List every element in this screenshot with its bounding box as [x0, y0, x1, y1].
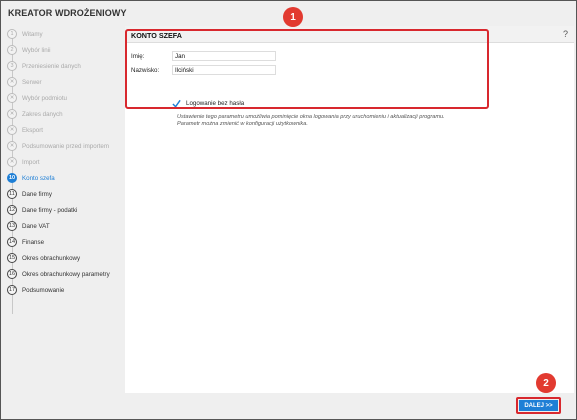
- step-label: Dane firmy - podatki: [22, 206, 78, 214]
- step-item[interactable]: 2 Wybór linii: [5, 42, 123, 58]
- step-number: ✕: [7, 141, 17, 151]
- wizard-window: KREATOR WDROŻENIOWY 1 Witamy 2 Wybór linii 3…: [0, 0, 577, 420]
- window-title: KREATOR WDROŻENIOWY: [8, 8, 127, 18]
- annotation-badge-2: 2: [536, 373, 556, 393]
- step-item[interactable]: 1 Witamy: [5, 26, 123, 42]
- step-number: 14: [7, 237, 17, 247]
- step-label: Finanse: [22, 238, 45, 246]
- step-label: Przeniesienie danych: [22, 62, 81, 70]
- step-item[interactable]: 12 Dane firmy - podatki: [5, 202, 123, 218]
- step-number: ✕: [7, 109, 17, 119]
- step-number: 13: [7, 221, 17, 231]
- step-label: Import: [22, 158, 40, 166]
- help-icon[interactable]: ?: [563, 29, 568, 39]
- step-number: 12: [7, 205, 17, 215]
- step-number: 3: [7, 61, 17, 71]
- step-label: Zakres danych: [22, 110, 63, 118]
- step-item[interactable]: 16 Okres obrachunkowy parametry: [5, 266, 123, 282]
- step-label: Podsumowanie przed importem: [22, 142, 110, 150]
- hint-line-1: Ustawienie tego parametru umożliwia pomi…: [177, 114, 445, 120]
- step-label: Witamy: [22, 30, 43, 38]
- next-button[interactable]: DALEJ >>: [519, 400, 558, 411]
- step-item[interactable]: 11 Dane firmy: [5, 186, 123, 202]
- step-item[interactable]: ✕ Wybór podmiotu: [5, 90, 123, 106]
- step-item[interactable]: 3 Przeniesienie danych: [5, 58, 123, 74]
- step-number: 11: [7, 189, 17, 199]
- step-item[interactable]: ✕ Zakres danych: [5, 106, 123, 122]
- step-number: 10: [7, 173, 17, 183]
- step-label: Serwer: [22, 78, 42, 86]
- step-label: Podsumowanie: [22, 286, 65, 294]
- steps-sidebar: 1 Witamy 2 Wybór linii 3 Przeniesienie danych…: [5, 26, 123, 393]
- step-label: Okres obrachunkowy parametry: [22, 270, 110, 278]
- step-number: 17: [7, 285, 17, 295]
- hint-text: Ustawienie tego parametru umożliwia pomi…: [177, 114, 537, 128]
- step-label: Wybór podmiotu: [22, 94, 67, 102]
- step-item[interactable]: 15 Okres obrachunkowy: [5, 250, 123, 266]
- step-label: Dane firmy: [22, 190, 52, 198]
- step-number: 1: [7, 29, 17, 39]
- hint-line-2: Parametr można zmienić w konfiguracji uż…: [177, 121, 308, 127]
- step-number: ✕: [7, 157, 17, 167]
- step-number: ✕: [7, 125, 17, 135]
- step-item[interactable]: 10 Konto szefa: [5, 170, 123, 186]
- step-label: Wybór linii: [22, 46, 51, 54]
- annotation-highlight-box: [125, 29, 489, 109]
- step-item[interactable]: ✕ Podsumowanie przed importem: [5, 138, 123, 154]
- step-item[interactable]: ✕ Serwer: [5, 74, 123, 90]
- step-item[interactable]: ✕ Eksport: [5, 122, 123, 138]
- step-number: ✕: [7, 77, 17, 87]
- step-number: 16: [7, 269, 17, 279]
- next-button-highlight: DALEJ >>: [516, 397, 561, 414]
- step-label: Konto szefa: [22, 174, 55, 182]
- step-number: 15: [7, 253, 17, 263]
- annotation-badge-1: 1: [283, 7, 303, 27]
- step-item[interactable]: ✕ Import: [5, 154, 123, 170]
- step-item[interactable]: 17 Podsumowanie: [5, 282, 123, 298]
- step-label: Eksport: [22, 126, 43, 134]
- step-label: Dane VAT: [22, 222, 50, 230]
- step-item[interactable]: 13 Dane VAT: [5, 218, 123, 234]
- step-item[interactable]: 14 Finanse: [5, 234, 123, 250]
- step-label: Okres obrachunkowy: [22, 254, 81, 262]
- step-number: 2: [7, 45, 17, 55]
- step-number: ✕: [7, 93, 17, 103]
